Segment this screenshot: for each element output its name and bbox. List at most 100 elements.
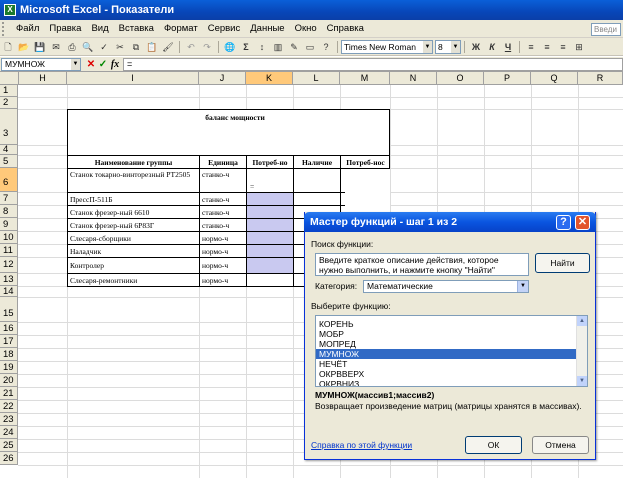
row-header[interactable]: 26 [0, 452, 18, 465]
row-header[interactable]: 6 [0, 168, 18, 192]
group-name-cell[interactable]: Станок токарно-винторезный РТ2505 [68, 169, 198, 180]
active-cell[interactable]: = [248, 181, 288, 192]
name-box[interactable]: МУМНОЖ ▼ [1, 57, 81, 71]
sort-asc-icon[interactable]: ↕ [255, 40, 269, 54]
row-header[interactable]: 11 [0, 244, 18, 257]
unit-cell[interactable]: нормо-ч [200, 260, 246, 271]
menu-edit[interactable]: Правка [44, 23, 86, 34]
column-header-q[interactable]: Q [531, 72, 578, 85]
unit-cell[interactable]: нормо-ч [200, 246, 246, 257]
group-name-cell[interactable]: Станок фрезер-ный 6610 [68, 207, 198, 218]
list-item[interactable]: ОКРВНИЗ [316, 379, 587, 386]
paste-icon[interactable]: 📋 [145, 40, 159, 54]
unit-cell[interactable]: нормо-ч [200, 233, 246, 244]
row-header[interactable]: 14 [0, 286, 18, 297]
row-header[interactable]: 21 [0, 387, 18, 400]
function-help-link[interactable]: Справка по этой функции [311, 440, 412, 450]
help-icon[interactable]: ? [319, 40, 333, 54]
list-item[interactable]: ОКРВВЕРХ [316, 369, 587, 379]
open-icon[interactable]: 📂 [17, 40, 31, 54]
unit-cell[interactable]: станко-ч [200, 169, 246, 180]
row-header[interactable]: 12 [0, 257, 18, 273]
scroll-up-icon[interactable]: ▲ [577, 316, 587, 326]
drawing-icon[interactable]: ✎ [287, 40, 301, 54]
formula-input[interactable]: = [123, 57, 623, 71]
merge-center-icon[interactable]: ⊞ [572, 40, 586, 54]
row-header[interactable]: 9 [0, 218, 18, 231]
new-icon[interactable]: 🗋 [1, 40, 15, 54]
format-painter-icon[interactable]: 🖌 [161, 40, 175, 54]
row-header[interactable]: 13 [0, 273, 18, 286]
list-item[interactable]: НЕЧЁТ [316, 359, 587, 369]
scroll-down-icon[interactable]: ▼ [577, 376, 587, 386]
function-list[interactable]: КОРЕНЬ МОБР МОПРЕД МУМНОЖ НЕЧЁТ ОКРВВЕРХ… [315, 315, 588, 387]
save-icon[interactable]: 💾 [33, 40, 47, 54]
menu-window[interactable]: Окно [290, 23, 322, 34]
row-header[interactable]: 3 [0, 109, 18, 145]
list-item[interactable]: КОРЕНЬ [316, 319, 587, 329]
align-right-icon[interactable]: ≡ [556, 40, 570, 54]
row-header[interactable]: 25 [0, 439, 18, 452]
row-header[interactable]: 15 [0, 297, 18, 322]
close-icon[interactable]: ✕ [575, 215, 590, 230]
list-item[interactable]: МОПРЕД [316, 339, 587, 349]
menu-data[interactable]: Данные [245, 23, 289, 34]
cancel-button[interactable]: Отмена [532, 436, 589, 454]
column-header-p[interactable]: P [484, 72, 531, 85]
row-header[interactable]: 5 [0, 155, 18, 168]
category-select[interactable]: Математические ▼ [363, 280, 529, 293]
font-size-select[interactable]: 8 ▼ [435, 39, 461, 54]
font-name-select[interactable]: Times New Roman ▼ [341, 39, 433, 54]
group-name-cell[interactable]: Слесаря-ремонтники [68, 275, 198, 286]
row-header[interactable]: 18 [0, 348, 18, 361]
italic-icon[interactable]: К [485, 40, 499, 54]
group-name-cell[interactable]: ПрессП-511Б [68, 194, 198, 205]
unit-cell[interactable]: станко-ч [200, 194, 246, 205]
row-header[interactable]: 10 [0, 231, 18, 244]
column-header-i[interactable]: I [67, 72, 199, 85]
menu-help[interactable]: Справка [322, 23, 369, 34]
column-header-n[interactable]: N [390, 72, 437, 85]
chevron-down-icon[interactable]: ▼ [423, 40, 432, 53]
bold-icon[interactable]: Ж [469, 40, 483, 54]
undo-icon[interactable]: ↶ [184, 40, 198, 54]
row-header[interactable]: 17 [0, 335, 18, 348]
unit-cell[interactable]: станко-ч [200, 207, 246, 218]
row-header[interactable]: 23 [0, 413, 18, 426]
group-name-cell[interactable]: Контролер [68, 260, 198, 271]
permission-icon[interactable]: ✉ [49, 40, 63, 54]
column-header-o[interactable]: O [437, 72, 484, 85]
menu-tools[interactable]: Сервис [203, 23, 246, 34]
cut-icon[interactable]: ✂ [113, 40, 127, 54]
row-header[interactable]: 8 [0, 205, 18, 218]
column-header-r[interactable]: R [578, 72, 623, 85]
enter-icon[interactable]: ✓ [97, 59, 109, 70]
row-header[interactable]: 4 [0, 145, 18, 155]
list-scrollbar[interactable]: ▲ ▼ [576, 316, 587, 386]
row-header[interactable]: 1 [0, 85, 18, 97]
underline-icon[interactable]: Ч [501, 40, 515, 54]
menu-file[interactable]: Файл [11, 23, 44, 34]
chevron-down-icon[interactable]: ▼ [517, 281, 528, 292]
row-header[interactable]: 22 [0, 400, 18, 413]
row-header[interactable]: 16 [0, 322, 18, 335]
row-header[interactable]: 19 [0, 361, 18, 374]
menu-format[interactable]: Формат [159, 23, 203, 34]
help-search-input[interactable]: Введи [591, 23, 621, 36]
column-header-l[interactable]: L [293, 72, 340, 85]
row-header[interactable]: 20 [0, 374, 18, 387]
row-header[interactable]: 2 [0, 97, 18, 109]
find-button[interactable]: Найти [535, 253, 590, 273]
align-center-icon[interactable]: ≡ [540, 40, 554, 54]
group-name-cell[interactable]: Наладчик [68, 246, 198, 257]
chevron-down-icon[interactable]: ▼ [71, 58, 80, 70]
row-header[interactable]: 24 [0, 426, 18, 439]
cancel-icon[interactable]: ✕ [85, 59, 97, 70]
group-name-cell[interactable]: Слесаря-сборщики [68, 233, 198, 244]
unit-cell[interactable]: нормо-ч [200, 275, 246, 286]
group-name-cell[interactable]: Станок фрезер-ный 6Р83Г [68, 220, 198, 231]
insert-function-icon[interactable]: fx [109, 59, 121, 70]
zoom-icon[interactable]: ▭ [303, 40, 317, 54]
redo-icon[interactable]: ↷ [200, 40, 214, 54]
chevron-down-icon[interactable]: ▼ [451, 40, 460, 53]
